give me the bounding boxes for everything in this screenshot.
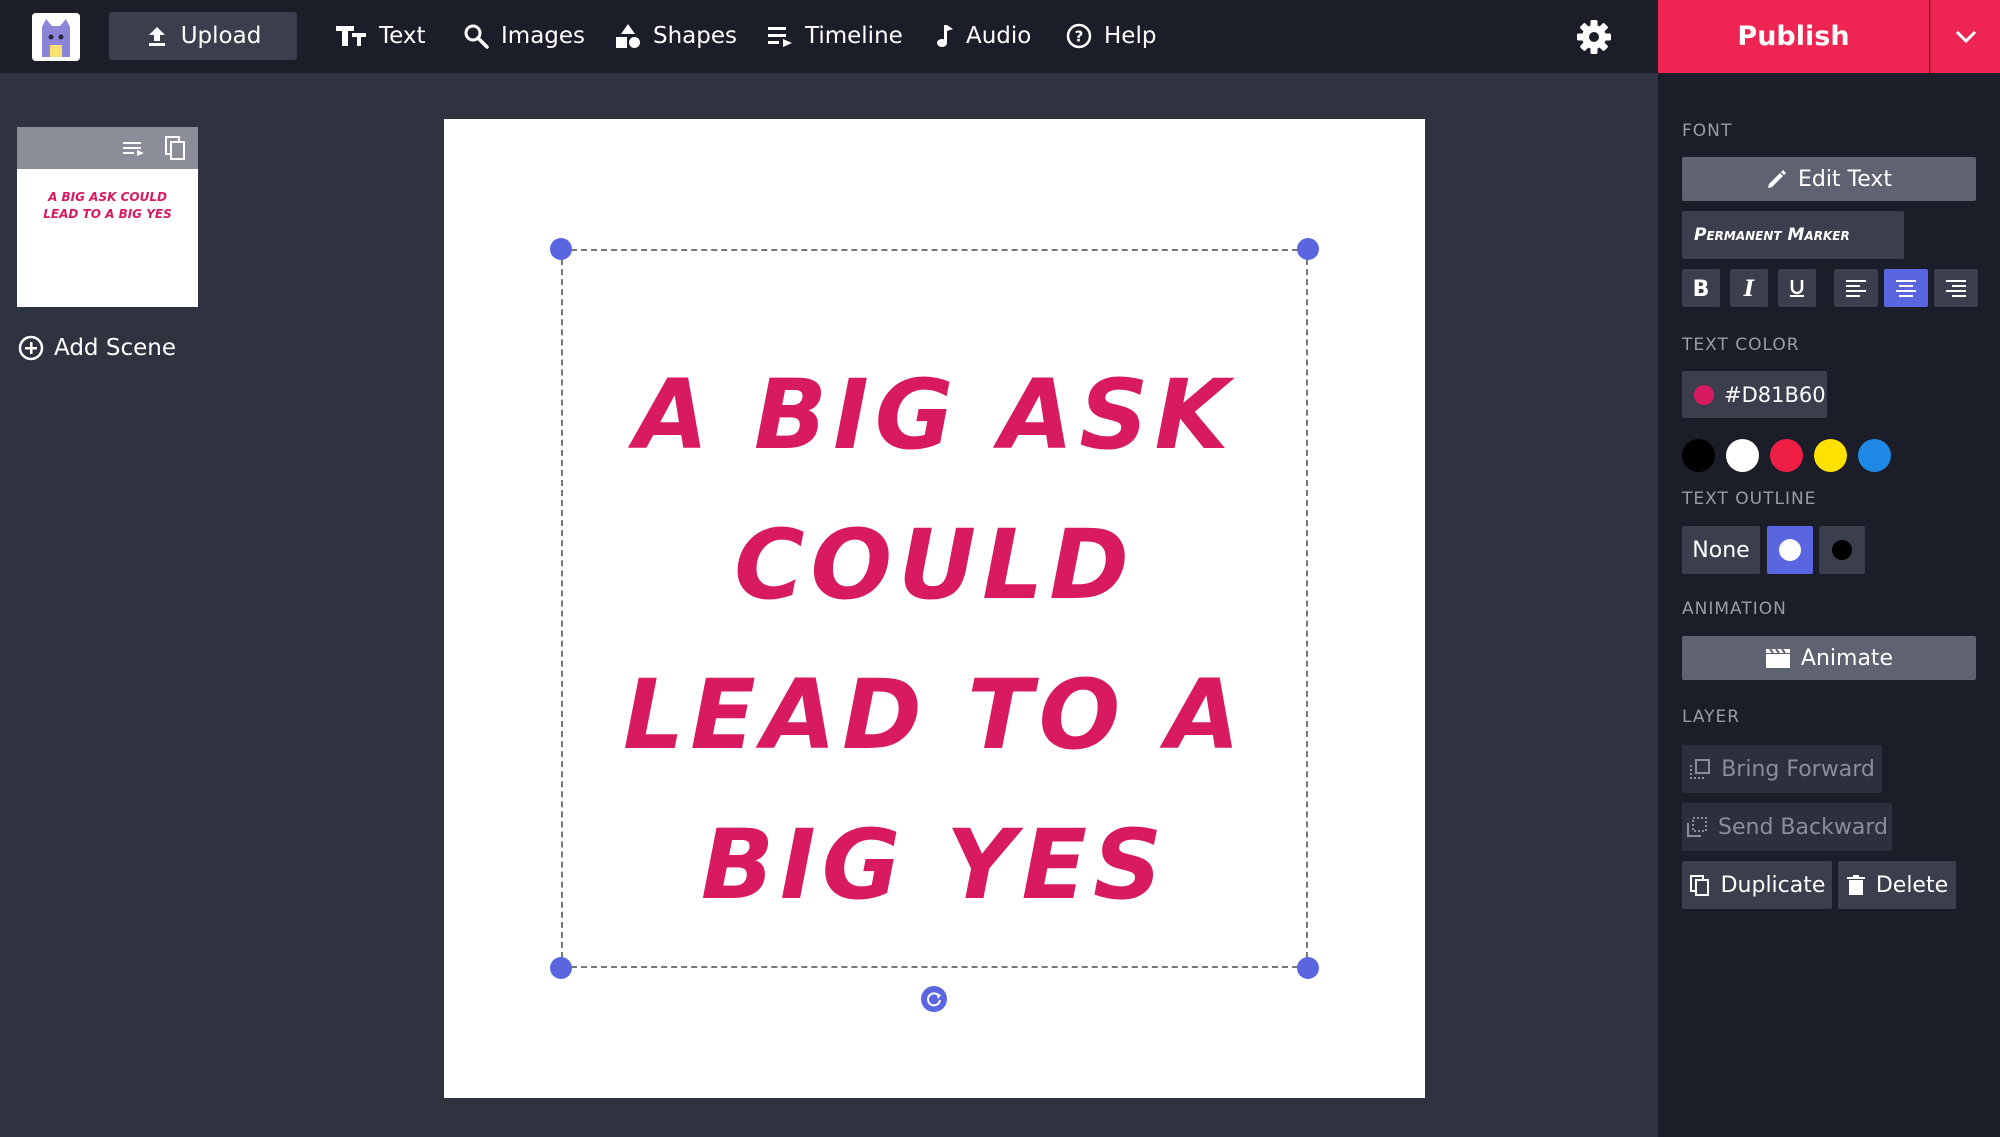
text-color-section-label: TEXT COLOR bbox=[1682, 335, 1800, 355]
settings-button[interactable] bbox=[1576, 19, 1612, 55]
svg-text:I: I bbox=[1743, 277, 1755, 299]
music-note-icon bbox=[937, 25, 953, 47]
shapes-menu[interactable]: Shapes bbox=[615, 12, 737, 60]
italic-icon: I bbox=[1743, 277, 1755, 299]
shapes-menu-label: Shapes bbox=[653, 23, 738, 49]
font-family-select[interactable]: Permanent Marker bbox=[1682, 211, 1904, 259]
canvas-text-element[interactable]: A BIG ASK COULD LEAD TO A BIG YES bbox=[563, 340, 1306, 940]
outline-none-label: None bbox=[1692, 537, 1750, 563]
align-center-icon bbox=[1896, 280, 1916, 297]
search-icon bbox=[464, 24, 489, 49]
scene-duplicate-icon[interactable] bbox=[163, 135, 189, 161]
cat-logo-icon bbox=[32, 13, 80, 61]
properties-panel: FONT Edit Text Permanent Marker B I TEXT… bbox=[1658, 73, 2000, 1137]
current-color-dot bbox=[1694, 384, 1714, 405]
color-swatch-blue[interactable] bbox=[1858, 439, 1891, 472]
timeline-icon bbox=[768, 27, 792, 47]
images-menu[interactable]: Images bbox=[463, 12, 585, 60]
scene-header bbox=[17, 127, 198, 169]
edit-text-label: Edit Text bbox=[1797, 166, 1893, 192]
outline-none-button[interactable]: None bbox=[1682, 526, 1760, 574]
svg-text:?: ? bbox=[1075, 28, 1084, 46]
outline-white-dot bbox=[1779, 539, 1801, 561]
publish-button[interactable]: Publish bbox=[1658, 0, 1929, 73]
outline-black-dot bbox=[1832, 540, 1852, 560]
bold-icon: B bbox=[1693, 277, 1710, 299]
audio-menu-label: Audio bbox=[966, 23, 1032, 49]
color-swatch-black[interactable] bbox=[1682, 439, 1715, 472]
delete-button[interactable]: Delete bbox=[1838, 861, 1956, 909]
duplicate-button[interactable]: Duplicate bbox=[1682, 861, 1832, 909]
duplicate-label: Duplicate bbox=[1720, 872, 1826, 898]
scene-thumbnail-text: A big ask could lead to a big yes bbox=[43, 190, 172, 221]
edit-text-button[interactable]: Edit Text bbox=[1682, 157, 1976, 201]
scene-thumbnail[interactable]: A big ask could lead to a big yes bbox=[17, 127, 198, 307]
layer-section-label: LAYER bbox=[1682, 707, 1741, 727]
underline-icon bbox=[1790, 280, 1804, 297]
color-swatch-white[interactable] bbox=[1726, 439, 1759, 472]
italic-button[interactable]: I bbox=[1730, 269, 1768, 307]
resize-handle-bottom-right[interactable] bbox=[1297, 957, 1319, 979]
outline-black-button[interactable] bbox=[1819, 526, 1865, 574]
timeline-menu-label: Timeline bbox=[805, 23, 903, 49]
text-icon bbox=[336, 26, 366, 46]
bring-forward-button[interactable]: Bring Forward bbox=[1682, 745, 1882, 793]
add-scene-label: Add Scene bbox=[54, 335, 176, 361]
align-left-button[interactable] bbox=[1834, 269, 1878, 307]
plus-circle-icon bbox=[18, 335, 44, 361]
rotate-icon bbox=[927, 992, 941, 1007]
duplicate-icon bbox=[1689, 875, 1709, 896]
send-backward-icon bbox=[1687, 817, 1708, 837]
add-scene-button[interactable]: Add Scene bbox=[18, 330, 176, 366]
current-color-hex: #D81B60 bbox=[1724, 382, 1826, 407]
send-backward-label: Send Backward bbox=[1718, 814, 1888, 840]
text-menu-label: Text bbox=[379, 23, 426, 49]
align-center-button[interactable] bbox=[1884, 269, 1928, 307]
text-color-picker[interactable]: #D81B60 bbox=[1682, 371, 1827, 418]
send-backward-button[interactable]: Send Backward bbox=[1682, 803, 1892, 851]
bring-forward-icon bbox=[1690, 759, 1711, 779]
help-menu[interactable]: ? Help bbox=[1066, 12, 1156, 60]
upload-button[interactable]: Upload bbox=[109, 12, 297, 60]
underline-button[interactable] bbox=[1778, 269, 1816, 307]
font-section-label: FONT bbox=[1682, 121, 1733, 141]
chevron-down-icon bbox=[1955, 30, 1976, 43]
gear-icon bbox=[1577, 20, 1611, 54]
resize-handle-top-right[interactable] bbox=[1297, 238, 1319, 260]
help-icon: ? bbox=[1066, 23, 1092, 49]
delete-label: Delete bbox=[1875, 872, 1949, 898]
top-toolbar: Upload Text Images Shapes Timeline Audio… bbox=[0, 0, 1658, 73]
help-menu-label: Help bbox=[1104, 23, 1157, 49]
rotate-handle[interactable] bbox=[921, 986, 947, 1012]
audio-menu[interactable]: Audio bbox=[934, 12, 1031, 60]
publish-label: Publish bbox=[1737, 21, 1850, 52]
color-swatch-red[interactable] bbox=[1770, 439, 1803, 472]
animation-section-label: ANIMATION bbox=[1682, 599, 1787, 619]
images-menu-label: Images bbox=[501, 23, 586, 49]
clapperboard-icon bbox=[1765, 648, 1790, 668]
text-menu[interactable]: Text bbox=[335, 12, 426, 60]
bold-button[interactable]: B bbox=[1682, 269, 1720, 307]
outline-white-button[interactable] bbox=[1767, 526, 1813, 574]
timeline-menu[interactable]: Timeline bbox=[767, 12, 903, 60]
scene-reorder-icon[interactable] bbox=[121, 135, 147, 161]
animate-button[interactable]: Animate bbox=[1682, 636, 1976, 680]
svg-text:B: B bbox=[1693, 277, 1710, 299]
upload-icon bbox=[148, 27, 165, 46]
align-right-button[interactable] bbox=[1934, 269, 1978, 307]
app-logo[interactable] bbox=[32, 13, 80, 61]
resize-handle-top-left[interactable] bbox=[550, 238, 572, 260]
color-swatch-yellow[interactable] bbox=[1814, 439, 1847, 472]
align-right-icon bbox=[1946, 280, 1966, 297]
trash-icon bbox=[1846, 875, 1865, 895]
shapes-icon bbox=[616, 24, 640, 48]
bring-forward-label: Bring Forward bbox=[1721, 756, 1875, 782]
resize-handle-bottom-left[interactable] bbox=[550, 957, 572, 979]
animate-label: Animate bbox=[1800, 645, 1894, 671]
pencil-icon bbox=[1767, 170, 1786, 188]
publish-dropdown-button[interactable] bbox=[1930, 0, 2000, 73]
upload-label: Upload bbox=[180, 23, 262, 49]
text-outline-section-label: TEXT OUTLINE bbox=[1682, 489, 1817, 509]
align-left-icon bbox=[1846, 280, 1866, 297]
